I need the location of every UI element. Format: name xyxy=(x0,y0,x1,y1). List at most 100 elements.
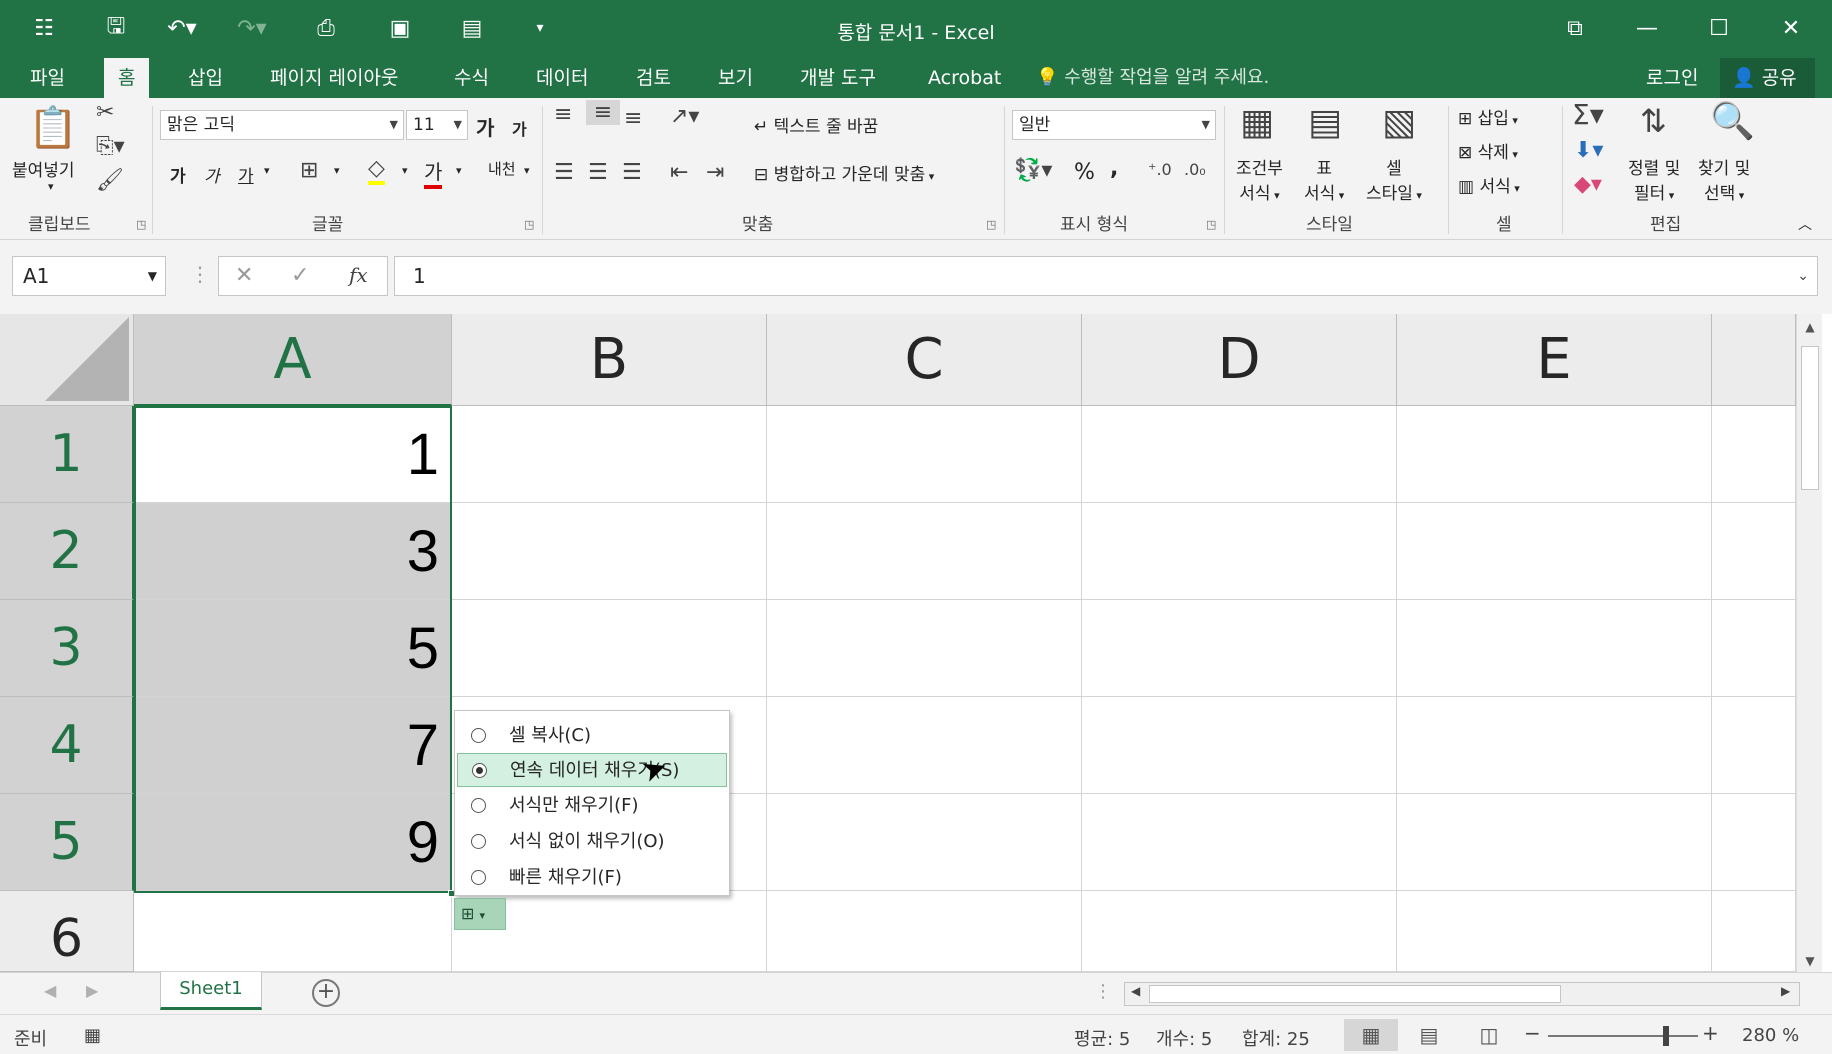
cell-e4[interactable] xyxy=(1397,697,1712,794)
alignment-launcher-icon[interactable]: ◳ xyxy=(986,218,996,231)
shrink-font-button[interactable]: 가 xyxy=(512,116,527,140)
column-header-e[interactable]: E xyxy=(1397,314,1712,406)
autofill-options-button[interactable]: ⊞ ▾ xyxy=(454,898,506,930)
cancel-icon[interactable]: ✕ xyxy=(235,263,253,288)
scroll-up-icon[interactable]: ▲ xyxy=(1797,320,1823,334)
cell-e6[interactable] xyxy=(1397,891,1712,972)
cell-a6[interactable] xyxy=(134,891,452,972)
tell-me-box[interactable]: 💡 수행할 작업을 알려 주세요. xyxy=(1036,58,1269,98)
find-select-button[interactable]: 찾기 및 선택 ▾ xyxy=(1698,154,1750,204)
fill-icon[interactable]: ⬇▾ xyxy=(1574,138,1603,163)
tab-view[interactable]: 보기 xyxy=(704,58,767,98)
maximize-icon[interactable]: ☐ xyxy=(1694,10,1744,46)
paste-icon[interactable]: 📋 xyxy=(28,104,78,151)
autofill-fill-without-formatting[interactable]: 서식 없이 채우기(O) xyxy=(457,825,727,859)
cut-icon[interactable]: ✂ xyxy=(96,100,114,125)
cell-styles-button[interactable]: 셀 스타일 ▾ xyxy=(1366,154,1422,204)
copy-icon[interactable]: ⎘▾ xyxy=(96,134,125,159)
column-header-a[interactable]: A xyxy=(134,314,452,406)
border-dropdown-icon[interactable]: ▾ xyxy=(334,164,340,177)
scroll-down-icon[interactable]: ▼ xyxy=(1797,954,1823,968)
zoom-in-icon[interactable]: + xyxy=(1702,1021,1719,1045)
find-select-icon[interactable]: 🔍 xyxy=(1710,100,1755,142)
collapse-ribbon-icon[interactable]: ︿ xyxy=(1798,214,1812,234)
name-box[interactable]: A1 ▼ xyxy=(12,256,166,296)
increase-decimal-icon[interactable]: ⁺.0 xyxy=(1148,160,1172,179)
horizontal-scroll-thumb[interactable] xyxy=(1149,985,1561,1003)
cell-b2[interactable] xyxy=(452,503,767,600)
tab-developer[interactable]: 개발 도구 xyxy=(786,58,890,98)
align-bottom-icon[interactable]: ≡ xyxy=(624,106,642,131)
add-sheet-icon[interactable]: + xyxy=(312,979,340,1007)
cell-c3[interactable] xyxy=(767,600,1082,697)
zoom-out-icon[interactable]: − xyxy=(1524,1021,1541,1045)
vertical-scroll-thumb[interactable] xyxy=(1801,346,1819,490)
currency-icon[interactable]: 💱▾ xyxy=(1014,158,1052,183)
cell-a4[interactable]: 7 xyxy=(134,697,452,794)
column-header-c[interactable]: C xyxy=(767,314,1082,406)
phonetic-button[interactable]: 내천 xyxy=(488,158,516,179)
autofill-flash-fill[interactable]: 빠른 채우기(F) xyxy=(457,861,727,895)
zoom-level[interactable]: 280 % xyxy=(1742,1025,1799,1046)
enter-icon[interactable]: ✓ xyxy=(291,263,309,288)
cell-d6[interactable] xyxy=(1082,891,1397,972)
cell-e1[interactable] xyxy=(1397,406,1712,503)
prev-sheet-icon[interactable]: ◀ xyxy=(44,981,56,1000)
cell-f1[interactable] xyxy=(1712,406,1796,503)
cell-c6[interactable] xyxy=(767,891,1082,972)
italic-button[interactable]: 가 xyxy=(204,162,220,187)
merge-center-button[interactable]: ⊟ 병합하고 가운데 맞춤 ▾ xyxy=(754,160,934,185)
tab-file[interactable]: 파일 xyxy=(16,58,79,98)
row-header-2[interactable]: 2 xyxy=(0,503,134,600)
row-header-1[interactable]: 1 xyxy=(0,406,134,503)
border-icon[interactable]: ⊞ xyxy=(300,158,318,183)
format-painter-icon[interactable]: 🖌 xyxy=(96,168,124,193)
autofill-fill-formatting-only[interactable]: 서식만 채우기(F) xyxy=(457,789,727,823)
comma-button[interactable]: , xyxy=(1110,156,1118,181)
macro-record-icon[interactable]: ▦ xyxy=(84,1025,101,1046)
format-as-table-icon[interactable]: ▤ xyxy=(1308,102,1342,143)
tab-page-layout[interactable]: 페이지 레이아웃 xyxy=(256,58,412,98)
cell-d2[interactable] xyxy=(1082,503,1397,600)
zoom-slider-track[interactable] xyxy=(1548,1035,1698,1037)
zoom-slider-knob[interactable] xyxy=(1663,1026,1669,1046)
number-format-combo[interactable]: 일반 ▼ xyxy=(1012,110,1216,140)
cell-e3[interactable] xyxy=(1397,600,1712,697)
column-header-partial[interactable] xyxy=(1712,314,1796,406)
number-launcher-icon[interactable]: ◳ xyxy=(1206,218,1216,231)
select-all-corner[interactable] xyxy=(0,314,134,406)
share-button[interactable]: 👤 공유 xyxy=(1720,58,1815,98)
cell-c4[interactable] xyxy=(767,697,1082,794)
cell-f3[interactable] xyxy=(1712,600,1796,697)
align-center-icon[interactable]: ☰ xyxy=(588,160,608,185)
conditional-format-button[interactable]: 조건부 서식 ▾ xyxy=(1236,154,1283,204)
row-header-3[interactable]: 3 xyxy=(0,600,134,697)
horizontal-scrollbar[interactable]: ◀ ▶ xyxy=(1124,982,1800,1006)
cell-d4[interactable] xyxy=(1082,697,1397,794)
align-right-icon[interactable]: ☰ xyxy=(622,160,642,185)
align-top-icon[interactable]: ≡ xyxy=(554,102,572,127)
tab-home[interactable]: 홈 xyxy=(104,58,150,98)
bold-button[interactable]: 가 xyxy=(170,162,186,187)
fill-color-dropdown-icon[interactable]: ▾ xyxy=(402,164,408,177)
cell-c2[interactable] xyxy=(767,503,1082,600)
cell-a2[interactable]: 3 xyxy=(134,503,452,600)
tab-split-grip-icon[interactable]: ⋮ xyxy=(1094,981,1112,1002)
sort-filter-icon[interactable]: ⇅ xyxy=(1640,102,1667,140)
login-link[interactable]: 로그인 xyxy=(1646,58,1698,98)
cell-a5[interactable]: 9 xyxy=(134,794,452,891)
autofill-fill-series[interactable]: 연속 데이터 채우기(S) xyxy=(457,753,727,787)
formula-bar-grip-icon[interactable]: ⋮ xyxy=(190,262,210,286)
format-cells-button[interactable]: ▥ 서식 ▾ xyxy=(1458,172,1520,197)
formula-input[interactable]: 1 ⌄ xyxy=(394,256,1818,296)
cell-e2[interactable] xyxy=(1397,503,1712,600)
insert-cells-button[interactable]: ⊞ 삽입 ▾ xyxy=(1458,104,1518,129)
wrap-text-button[interactable]: ↵ 텍스트 줄 바꿈 xyxy=(754,112,878,137)
clear-icon[interactable]: ◆▾ xyxy=(1574,172,1602,197)
paste-button-label[interactable]: 붙여넣기 xyxy=(12,156,75,181)
row-header-4[interactable]: 4 xyxy=(0,697,134,794)
tab-review[interactable]: 검토 xyxy=(622,58,685,98)
percent-button[interactable]: % xyxy=(1074,160,1095,185)
row-header-5[interactable]: 5 xyxy=(0,794,134,891)
scroll-left-icon[interactable]: ◀ xyxy=(1131,984,1140,998)
